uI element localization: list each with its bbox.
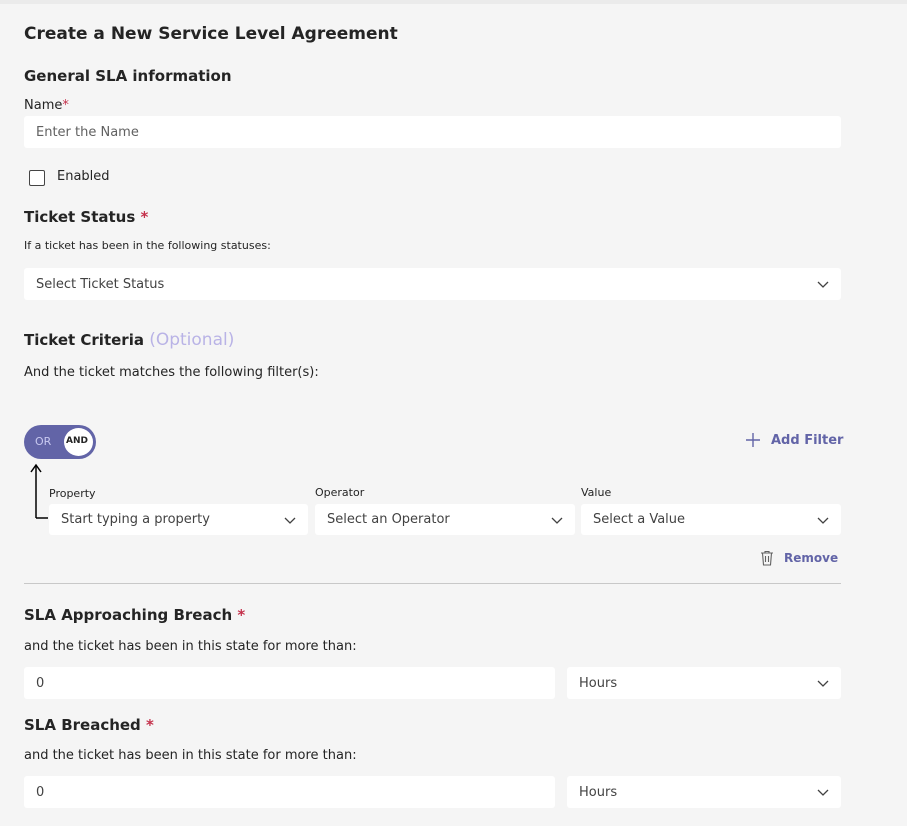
breached-heading: SLA Breached * — [24, 716, 154, 734]
property-select[interactable]: Start typing a property — [49, 504, 308, 535]
operator-select[interactable]: Select an Operator — [315, 504, 575, 535]
value-label: Value — [581, 486, 612, 499]
name-input[interactable]: Enter the Name — [24, 116, 841, 148]
breached-description: and the ticket has been in this state fo… — [24, 748, 357, 763]
chevron-down-icon — [817, 789, 829, 796]
enabled-checkbox[interactable] — [29, 170, 45, 186]
required-marker: * — [146, 716, 154, 734]
enabled-label: Enabled — [57, 169, 110, 184]
required-marker: * — [237, 606, 246, 624]
breached-heading-text: SLA Breached — [24, 716, 141, 734]
filter-connector-arrow-icon — [30, 463, 48, 519]
name-label: Name* — [24, 98, 69, 113]
approaching-heading-text: SLA Approaching Breach — [24, 606, 233, 624]
ticket-status-heading: Ticket Status * — [24, 208, 148, 226]
add-filter-button[interactable]: Add Filter — [745, 432, 843, 448]
ticket-status-select[interactable]: Select Ticket Status — [24, 268, 841, 300]
chevron-down-icon — [817, 517, 829, 524]
value-select-value: Select a Value — [593, 512, 686, 527]
toggle-and-label: AND — [66, 436, 88, 446]
page-title: Create a New Service Level Agreement — [24, 24, 398, 44]
chevron-down-icon — [551, 517, 563, 524]
name-label-text: Name — [24, 98, 63, 113]
approaching-description: and the ticket has been in this state fo… — [24, 639, 357, 654]
add-filter-label: Add Filter — [771, 432, 844, 448]
required-marker: * — [62, 98, 69, 113]
property-select-value: Start typing a property — [61, 512, 210, 527]
ticket-criteria-heading-text: Ticket Criteria — [24, 331, 144, 349]
approaching-unit-select[interactable]: Hours — [567, 667, 841, 699]
approaching-unit-value: Hours — [579, 675, 618, 691]
ticket-status-heading-text: Ticket Status — [24, 208, 136, 226]
chevron-down-icon — [817, 680, 829, 687]
breached-value-input[interactable]: 0 — [24, 776, 555, 808]
value-select[interactable]: Select a Value — [581, 504, 841, 535]
remove-filter-button[interactable]: Remove — [760, 550, 838, 566]
approaching-value: 0 — [36, 675, 45, 691]
breached-unit-select[interactable]: Hours — [567, 776, 841, 808]
required-marker: * — [140, 208, 149, 226]
approaching-heading: SLA Approaching Breach * — [24, 606, 245, 624]
ticket-status-description: If a ticket has been in the following st… — [24, 239, 271, 252]
chevron-down-icon — [284, 517, 296, 524]
general-heading: General SLA information — [24, 67, 232, 85]
ticket-status-select-value: Select Ticket Status — [36, 276, 165, 292]
ticket-criteria-heading: Ticket Criteria (Optional) — [24, 330, 234, 350]
optional-label: (Optional) — [149, 330, 235, 350]
toggle-or-label: OR — [35, 435, 52, 448]
section-divider — [24, 583, 841, 584]
trash-icon — [761, 550, 773, 566]
plus-icon — [746, 433, 760, 447]
breached-unit-value: Hours — [579, 784, 618, 800]
remove-filter-label: Remove — [784, 551, 839, 565]
and-or-toggle[interactable]: OR AND — [24, 425, 96, 459]
breached-value: 0 — [36, 784, 45, 800]
operator-select-value: Select an Operator — [327, 512, 450, 527]
operator-label: Operator — [315, 486, 365, 499]
property-label: Property — [49, 487, 96, 500]
chevron-down-icon — [817, 281, 829, 288]
top-bar — [0, 0, 907, 4]
approaching-value-input[interactable]: 0 — [24, 667, 555, 699]
name-placeholder: Enter the Name — [36, 124, 139, 140]
ticket-criteria-description: And the ticket matches the following fil… — [24, 365, 319, 380]
